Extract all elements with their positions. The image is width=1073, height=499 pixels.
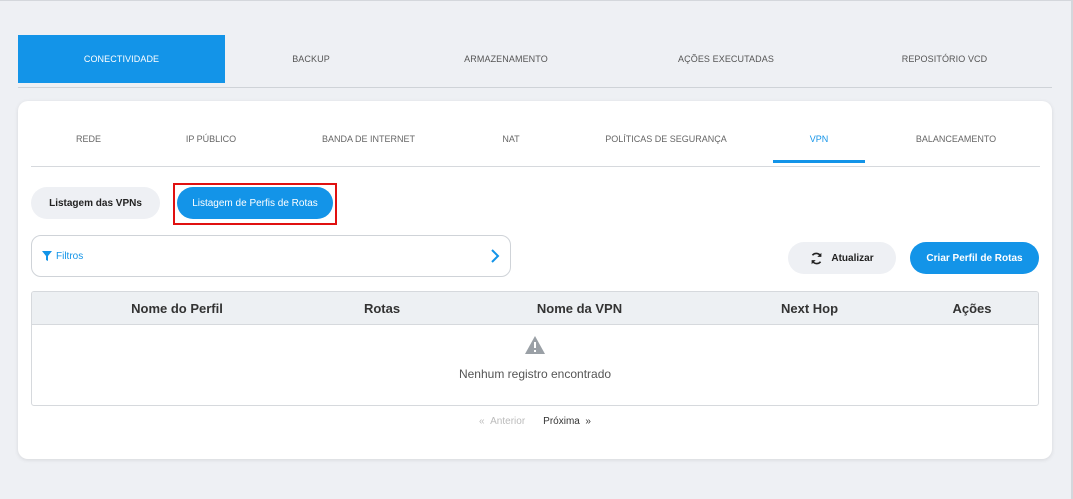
tab-backup[interactable]: BACKUP bbox=[225, 35, 397, 83]
chevron-right-icon bbox=[491, 249, 500, 263]
tab-politicas-de-seguranca[interactable]: POLÍTICAS DE SEGURANÇA bbox=[601, 115, 731, 163]
tab-armazenamento[interactable]: ARMAZENAMENTO bbox=[397, 35, 615, 83]
sub-tab-bar: REDE IP PÚBLICO BANDA DE INTERNET NAT PO… bbox=[31, 115, 1040, 167]
filter-icon bbox=[42, 251, 52, 261]
previous-page-button[interactable]: « Anterior bbox=[479, 416, 525, 427]
tab-ip-publico[interactable]: IP PÚBLICO bbox=[171, 115, 251, 163]
content-card: REDE IP PÚBLICO BANDA DE INTERNET NAT PO… bbox=[18, 101, 1052, 459]
column-header-nome-do-perfil: Nome do Perfil bbox=[131, 301, 223, 316]
pagination: « Anterior Próxima » bbox=[18, 416, 1052, 427]
double-chevron-right-icon: » bbox=[585, 416, 591, 427]
table-header: Nome do Perfil Rotas Nome da VPN Next Ho… bbox=[32, 292, 1038, 325]
tab-nat[interactable]: NAT bbox=[486, 115, 536, 163]
empty-message: Nenhum registro encontrado bbox=[458, 367, 612, 381]
refresh-label: Atualizar bbox=[831, 252, 874, 264]
refresh-icon bbox=[812, 252, 822, 264]
create-route-profile-button[interactable]: Criar Perfil de Rotas bbox=[910, 242, 1039, 274]
tab-conectividade[interactable]: CONECTIVIDADE bbox=[18, 35, 225, 83]
previous-label: Anterior bbox=[490, 416, 526, 427]
tab-balanceamento[interactable]: BALANCEAMENTO bbox=[911, 115, 1001, 163]
next-label: Próxima bbox=[543, 416, 580, 427]
double-chevron-left-icon: « bbox=[479, 416, 485, 427]
empty-state: Nenhum registro encontrado bbox=[32, 325, 1038, 405]
column-header-rotas: Rotas bbox=[363, 301, 401, 316]
column-header-acoes: Ações bbox=[952, 301, 992, 316]
column-header-next-hop: Next Hop bbox=[780, 301, 839, 316]
tab-acoes-executadas[interactable]: AÇÕES EXECUTADAS bbox=[615, 35, 837, 83]
vpn-list-button[interactable]: Listagem das VPNs bbox=[31, 187, 160, 219]
route-profiles-table: Nome do Perfil Rotas Nome da VPN Next Ho… bbox=[31, 291, 1039, 406]
tab-banda-de-internet[interactable]: BANDA DE INTERNET bbox=[311, 115, 426, 163]
warning-icon bbox=[525, 336, 545, 354]
top-tab-bar: CONECTIVIDADE BACKUP ARMAZENAMENTO AÇÕES… bbox=[18, 35, 1052, 88]
tab-vpn[interactable]: VPN bbox=[773, 115, 865, 163]
refresh-button[interactable]: Atualizar bbox=[788, 242, 896, 274]
tab-repositorio-vcd[interactable]: REPOSITÓRIO VCD bbox=[837, 35, 1052, 83]
column-header-nome-da-vpn: Nome da VPN bbox=[536, 301, 623, 316]
next-page-button[interactable]: Próxima » bbox=[543, 416, 591, 427]
selection-highlight bbox=[173, 183, 337, 225]
filters-bar[interactable]: Filtros bbox=[31, 235, 511, 277]
tab-rede[interactable]: REDE bbox=[51, 115, 126, 163]
filters-label: Filtros bbox=[56, 250, 84, 262]
